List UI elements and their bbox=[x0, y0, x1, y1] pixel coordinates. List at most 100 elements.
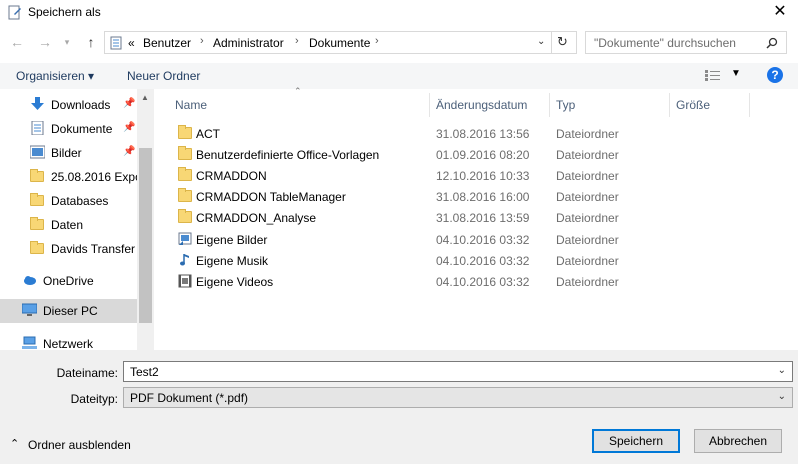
column-divider[interactable] bbox=[749, 93, 750, 117]
forward-arrow-icon: → bbox=[38, 34, 52, 50]
breadcrumb-benutzer[interactable]: Benutzer bbox=[143, 36, 191, 50]
video-shortcut-icon bbox=[178, 274, 192, 288]
search-icon bbox=[766, 37, 778, 49]
breadcrumb-dokumente[interactable]: Dokumente bbox=[309, 36, 370, 50]
pictures-shortcut-icon bbox=[178, 232, 192, 245]
file-row[interactable]: ACT 31.08.2016 13:56 Dateiordner bbox=[170, 123, 750, 144]
nav-scroll-thumb[interactable] bbox=[139, 148, 152, 323]
chevron-down-icon: ▼ bbox=[731, 68, 741, 79]
file-name: Eigene Bilder bbox=[196, 233, 268, 247]
folder-icon bbox=[178, 146, 192, 160]
file-name: Eigene Musik bbox=[196, 254, 269, 268]
file-date: 31.08.2016 13:59 bbox=[436, 211, 530, 225]
view-options-button[interactable]: ▼ bbox=[705, 68, 741, 84]
folder-icon bbox=[178, 167, 192, 181]
folder-icon bbox=[30, 217, 44, 230]
column-header-type[interactable]: Typ bbox=[556, 93, 575, 117]
back-button[interactable]: ← bbox=[8, 32, 26, 52]
column-divider[interactable] bbox=[549, 93, 550, 117]
nav-item-davids-transfer[interactable]: Davids Transfer bbox=[0, 237, 137, 260]
nav-item-databases[interactable]: Databases bbox=[0, 189, 137, 212]
save-button[interactable]: Speichern bbox=[592, 429, 680, 453]
file-date: 31.08.2016 13:56 bbox=[436, 127, 530, 141]
cloud-icon bbox=[24, 276, 36, 285]
download-arrow-icon bbox=[31, 97, 44, 110]
breadcrumb-separator[interactable]: › bbox=[295, 35, 299, 47]
folder-icon bbox=[178, 125, 192, 139]
computer-icon bbox=[22, 303, 37, 316]
list-view-icon bbox=[705, 70, 720, 81]
file-row[interactable]: Eigene Videos 04.10.2016 03:32 Dateiordn… bbox=[170, 271, 750, 292]
file-type: Dateiordner bbox=[556, 233, 619, 247]
address-bar[interactable]: « Benutzer › Administrator › Dokumente ›… bbox=[104, 31, 577, 54]
column-divider[interactable] bbox=[669, 93, 670, 117]
nav-item-onedrive[interactable]: OneDrive bbox=[0, 269, 137, 292]
filetype-value: PDF Dokument (*.pdf) bbox=[130, 391, 249, 405]
file-row[interactable]: Eigene Musik 04.10.2016 03:32 Dateiordne… bbox=[170, 250, 750, 271]
save-form-panel: Dateiname: Test2 ⌄ Dateityp: PDF Dokumen… bbox=[0, 350, 798, 464]
file-row[interactable]: CRMADDON TableManager 31.08.2016 16:00 D… bbox=[170, 186, 750, 207]
pin-icon: 📌 bbox=[123, 98, 136, 109]
pictures-icon bbox=[30, 145, 45, 159]
toolbar: Organisieren ▾ Neuer Ordner ▼ ? bbox=[0, 63, 798, 89]
close-button[interactable]: ✕ bbox=[762, 0, 798, 26]
nav-item-downloads[interactable]: Downloads 📌 bbox=[0, 93, 137, 116]
file-row[interactable]: Benutzerdefinierte Office-Vorlagen 01.09… bbox=[170, 144, 750, 165]
nav-item-label: Davids Transfer bbox=[51, 242, 136, 256]
file-type: Dateiordner bbox=[556, 190, 619, 204]
breadcrumb-separator[interactable]: › bbox=[200, 35, 204, 47]
sort-ascending-icon: ⌃ bbox=[294, 86, 302, 96]
recent-locations-button[interactable]: ▾ bbox=[60, 32, 74, 52]
search-placeholder: "Dokumente" durchsuchen bbox=[594, 36, 736, 50]
hide-folders-label: Ordner ausblenden bbox=[28, 438, 131, 452]
document-icon bbox=[110, 36, 122, 50]
scroll-up-icon[interactable]: ▲ bbox=[141, 93, 149, 102]
save-as-icon bbox=[8, 5, 21, 20]
file-name: CRMADDON bbox=[196, 169, 267, 183]
column-header-date[interactable]: Änderungsdatum bbox=[436, 93, 527, 117]
column-header-size[interactable]: Größe bbox=[676, 93, 710, 117]
filename-input[interactable]: Test2 ⌄ bbox=[123, 361, 793, 382]
file-type: Dateiordner bbox=[556, 127, 619, 141]
nav-item-label: 25.08.2016 Expor bbox=[51, 170, 137, 184]
file-type: Dateiordner bbox=[556, 169, 619, 183]
folder-icon bbox=[30, 241, 44, 254]
file-date: 01.09.2016 08:20 bbox=[436, 148, 530, 162]
chevron-down-icon[interactable]: ⌄ bbox=[778, 365, 786, 376]
nav-item-daten[interactable]: Daten bbox=[0, 213, 137, 236]
breadcrumb-administrator[interactable]: Administrator bbox=[213, 36, 284, 50]
hide-folders-toggle[interactable]: ⌃ Ordner ausblenden bbox=[10, 437, 140, 453]
search-input[interactable]: "Dokumente" durchsuchen bbox=[585, 31, 787, 54]
folder-icon bbox=[30, 193, 44, 206]
nav-item-dokumente[interactable]: Dokumente 📌 bbox=[0, 117, 137, 140]
organize-button[interactable]: Organisieren ▾ bbox=[16, 69, 94, 83]
file-row[interactable]: Eigene Bilder 04.10.2016 03:32 Dateiordn… bbox=[170, 229, 750, 250]
help-icon[interactable]: ? bbox=[767, 67, 783, 83]
nav-item-label: Databases bbox=[51, 194, 109, 208]
up-arrow-icon: ↑ bbox=[87, 34, 95, 50]
file-date: 04.10.2016 03:32 bbox=[436, 233, 530, 247]
nav-item-bilder[interactable]: Bilder 📌 bbox=[0, 141, 137, 164]
filetype-select[interactable]: PDF Dokument (*.pdf) ⌄ bbox=[123, 387, 793, 408]
breadcrumb-overflow[interactable]: « bbox=[128, 36, 135, 50]
file-type: Dateiordner bbox=[556, 211, 619, 225]
cancel-button[interactable]: Abbrechen bbox=[694, 429, 782, 453]
file-name: CRMADDON_Analyse bbox=[196, 211, 317, 225]
file-date: 04.10.2016 03:32 bbox=[436, 275, 530, 289]
filetype-label: Dateityp: bbox=[70, 392, 118, 406]
file-row[interactable]: CRMADDON 12.10.2016 10:33 Dateiordner bbox=[170, 165, 750, 186]
file-row[interactable]: CRMADDON_Analyse 31.08.2016 13:59 Dateio… bbox=[170, 207, 750, 228]
address-history-dropdown[interactable]: ⌄ bbox=[537, 36, 545, 47]
file-date: 04.10.2016 03:32 bbox=[436, 254, 530, 268]
back-arrow-icon: ← bbox=[10, 34, 24, 50]
forward-button[interactable]: → bbox=[36, 32, 54, 52]
breadcrumb-separator[interactable]: › bbox=[375, 35, 379, 47]
nav-item-dieser-pc[interactable]: Dieser PC bbox=[0, 299, 137, 323]
file-name: Eigene Videos bbox=[196, 275, 274, 289]
column-header-name[interactable]: Name bbox=[175, 93, 207, 117]
column-divider[interactable] bbox=[429, 93, 430, 117]
new-folder-button[interactable]: Neuer Ordner bbox=[127, 69, 200, 83]
up-button[interactable]: ↑ bbox=[82, 32, 100, 52]
refresh-icon[interactable]: ↻ bbox=[557, 34, 568, 50]
nav-item-export[interactable]: 25.08.2016 Expor bbox=[0, 165, 137, 188]
